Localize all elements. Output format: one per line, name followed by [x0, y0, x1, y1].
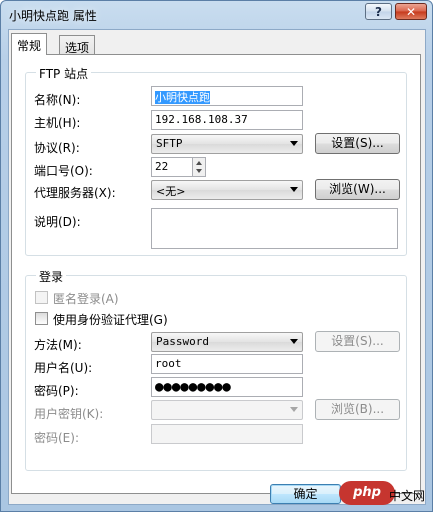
description-textarea[interactable] — [151, 208, 398, 249]
chevron-down-icon — [290, 407, 298, 412]
use-proxy-auth-checkbox[interactable] — [35, 312, 48, 325]
general-panel: FTP 站点 名称(N): 小明快点跑 主机(H): 192.168.108.3… — [11, 54, 421, 494]
method-value: Password — [156, 335, 209, 348]
name-value: 小明快点跑 — [155, 91, 210, 104]
anonymous-checkbox[interactable] — [35, 291, 48, 304]
chevron-down-icon — [290, 339, 298, 344]
title-bar[interactable]: 小明快点跑 属性 ? ✕ — [1, 1, 432, 27]
host-input[interactable]: 192.168.108.37 — [151, 110, 303, 130]
proxy-browse-button[interactable]: 浏览(W)... — [315, 179, 400, 200]
ftp-site-group-title: FTP 站点 — [36, 65, 92, 82]
port-label: 端口号(O): — [34, 164, 93, 178]
login-group-title: 登录 — [36, 268, 67, 285]
chevron-down-icon — [290, 187, 298, 192]
description-label: 说明(D): — [34, 215, 81, 229]
proxy-value: <无> — [156, 185, 186, 198]
php-watermark-logo: php — [339, 481, 395, 505]
proxy-select[interactable]: <无> — [151, 180, 303, 200]
use-proxy-auth-label: 使用身份验证代理(G) — [53, 313, 168, 327]
name-label: 名称(N): — [34, 93, 81, 107]
username-input[interactable]: root — [151, 354, 303, 374]
proxy-label: 代理服务器(X): — [34, 186, 116, 200]
password-label: 密码(P): — [34, 384, 79, 398]
close-button[interactable]: ✕ — [395, 3, 427, 20]
tab-general[interactable]: 常规 — [11, 33, 48, 55]
passphrase-label: 密码(E): — [34, 431, 79, 445]
watermark-tail-text: 中文网 — [389, 489, 426, 503]
port-spinner[interactable] — [192, 157, 206, 177]
name-input[interactable]: 小明快点跑 — [151, 86, 303, 106]
port-input[interactable]: 22 — [151, 157, 193, 177]
user-key-browse-button[interactable]: 浏览(B)... — [315, 399, 400, 420]
user-key-label: 用户密钥(K): — [34, 407, 104, 421]
ok-button[interactable]: 确定 — [270, 484, 341, 504]
password-mask: ●●●●●●●●● — [155, 379, 231, 395]
chevron-down-icon — [290, 141, 298, 146]
properties-dialog: 小明快点跑 属性 ? ✕ 常规 选项 FTP 站点 名称(N): 小明快点跑 主… — [0, 0, 433, 512]
spin-down-icon[interactable] — [196, 169, 202, 173]
dialog-client: 常规 选项 FTP 站点 名称(N): 小明快点跑 主机(H): 192.168… — [8, 29, 426, 505]
protocol-settings-button[interactable]: 设置(S)... — [315, 133, 400, 154]
protocol-label: 协议(R): — [34, 141, 80, 155]
protocol-select[interactable]: SFTP — [151, 134, 303, 154]
protocol-value: SFTP — [156, 137, 183, 150]
user-key-select[interactable] — [151, 400, 303, 420]
method-label: 方法(M): — [34, 338, 82, 352]
host-label: 主机(H): — [34, 116, 81, 130]
spin-up-icon[interactable] — [196, 161, 202, 165]
password-input[interactable]: ●●●●●●●●● — [151, 377, 303, 397]
passphrase-input[interactable] — [151, 424, 303, 444]
username-label: 用户名(U): — [34, 361, 93, 375]
anonymous-label: 匿名登录(A) — [53, 292, 119, 306]
method-settings-button[interactable]: 设置(S)... — [315, 331, 400, 352]
help-button[interactable]: ? — [365, 3, 392, 20]
window-title: 小明快点跑 属性 — [9, 9, 97, 23]
tab-options[interactable]: 选项 — [59, 35, 96, 55]
method-select[interactable]: Password — [151, 332, 303, 352]
